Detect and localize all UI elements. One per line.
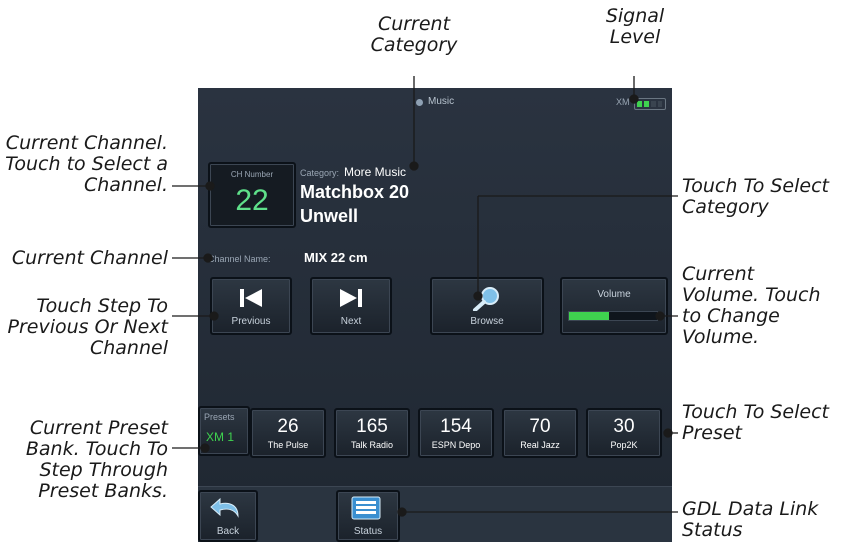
callout-signal-level: Signal Level bbox=[605, 5, 665, 48]
callout-current-channel-select: Current Channel. Touch to Select a Channel… bbox=[5, 132, 168, 196]
callout-current-category: Current Category bbox=[370, 13, 458, 56]
callout-touch-select-category: Touch To Select Category bbox=[682, 175, 829, 218]
callout-current-channel: Current Channel bbox=[11, 247, 168, 269]
callout-step-channel: Touch Step To Previous Or Next Channel bbox=[7, 295, 169, 359]
callout-gdl-status: GDL Data Link Status bbox=[682, 498, 819, 541]
callout-preset-bank: Current Preset Bank. Touch To Step Through… bbox=[25, 417, 168, 502]
callout-current-volume: Current Volume. Touch to Change Volume. bbox=[682, 263, 821, 348]
callout-touch-select-preset: Touch To Select Preset bbox=[682, 401, 829, 444]
